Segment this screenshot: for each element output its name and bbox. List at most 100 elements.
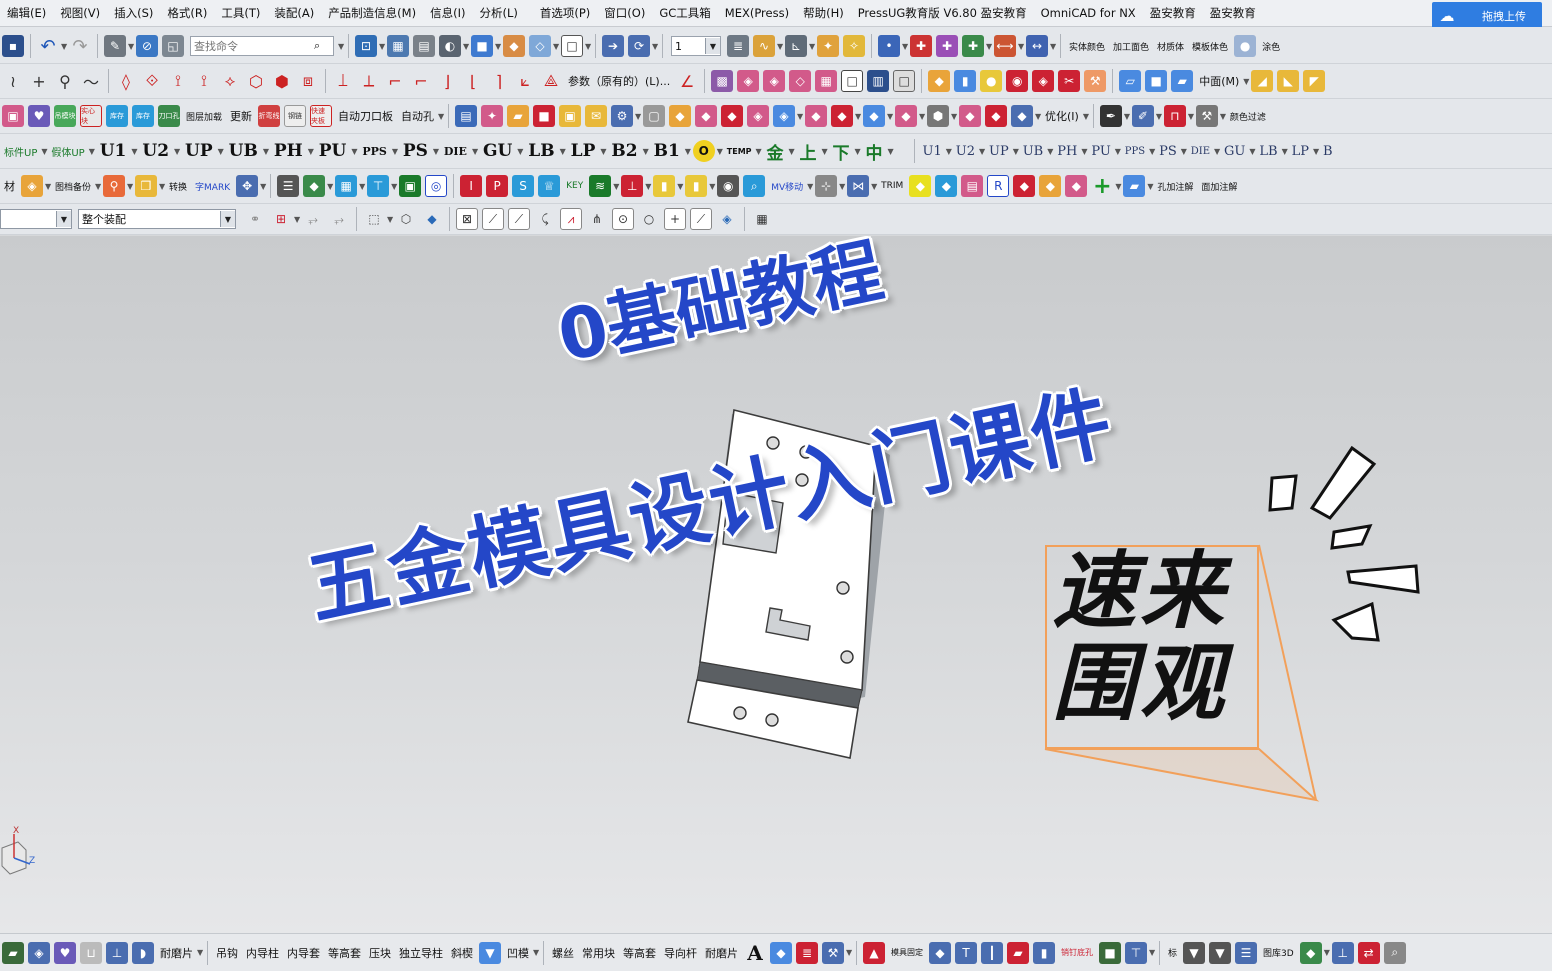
menu-insert[interactable]: 插入(S) — [107, 5, 160, 21]
chevron-down-icon[interactable]: ▼ — [652, 42, 658, 51]
chevron-down-icon[interactable]: ▼ — [1156, 112, 1162, 121]
screw-button[interactable]: 螺丝 — [548, 945, 578, 961]
chevron-down-icon[interactable]: ▼ — [888, 147, 894, 156]
chevron-down-icon[interactable]: ▼ — [709, 182, 715, 191]
box-2-icon[interactable]: ◆ — [695, 105, 718, 127]
optimize-button[interactable]: 优化(I) — [1041, 108, 1083, 124]
scope-select[interactable]: 整个装配 ▼ — [78, 209, 236, 229]
frame-icon[interactable]: □ — [561, 35, 583, 57]
position-gold-button[interactable]: 金 — [762, 139, 789, 164]
boolean-2-icon[interactable]: ◈ — [1032, 70, 1055, 92]
point-icon[interactable]: • — [878, 35, 900, 57]
pink-plate-icon[interactable]: ▤ — [961, 175, 984, 197]
box-12-icon[interactable]: ◆ — [1011, 105, 1034, 127]
boolean-1-icon[interactable]: ◉ — [1006, 70, 1029, 92]
hook-button[interactable]: 吊钩 — [212, 945, 242, 961]
mark-button[interactable]: 字MARK — [191, 180, 234, 193]
chevron-down-icon[interactable]: ▼ — [1083, 112, 1089, 121]
menu-edit[interactable]: 编辑(E) — [0, 5, 53, 21]
punch-set-icon[interactable]: ▼ — [1183, 941, 1206, 964]
block-icon[interactable]: ◆ — [928, 70, 951, 92]
sketch-1-icon[interactable]: ◊ — [115, 70, 137, 92]
curve-wave-icon[interactable]: ～ — [80, 70, 102, 92]
guide-rod-button[interactable]: 导向杆 — [660, 945, 701, 961]
ring-icon[interactable]: ◉ — [717, 175, 740, 197]
brush-icon[interactable]: ✐ — [1131, 105, 1154, 127]
feature-icon[interactable]: ⚒ — [1084, 70, 1107, 92]
boolean-3-icon[interactable]: ✂ — [1058, 70, 1081, 92]
pin-tool-icon[interactable]: ⊥ — [106, 941, 128, 964]
stock-1-button[interactable]: 库存 — [106, 105, 128, 127]
mirror-icon[interactable]: ⋈ — [847, 175, 870, 197]
chevron-down-icon[interactable]: ▼ — [685, 147, 691, 156]
envelope-icon[interactable]: ✉ — [585, 105, 608, 127]
chevron-down-icon[interactable]: ▼ — [1243, 77, 1249, 86]
wave-icon[interactable]: ✚ — [936, 35, 958, 57]
corner-4-icon[interactable]: ⌊ — [462, 70, 484, 92]
sphere-solid-icon[interactable]: ● — [980, 70, 1003, 92]
flange-icon[interactable]: ◢ — [1251, 70, 1274, 92]
box-9-icon[interactable]: ◆ — [895, 105, 918, 127]
chevron-down-icon[interactable]: ▼ — [797, 112, 803, 121]
graphics-viewport[interactable]: X Z 0基础教程 五金模具设计入门课件 速来 围观 — [0, 236, 1552, 933]
corner-5-icon[interactable]: ⌉ — [488, 70, 510, 92]
section-icon[interactable]: ◇ — [529, 35, 551, 57]
measure-icon[interactable]: ⟷ — [994, 35, 1016, 57]
filter-icon[interactable]: ⚲ — [103, 175, 126, 197]
p-icon[interactable]: P — [486, 175, 509, 197]
chevron-down-icon[interactable]: ▼ — [1324, 948, 1330, 957]
chevron-down-icon[interactable]: ▼ — [807, 182, 813, 191]
chevron-down-icon[interactable]: ▼ — [391, 182, 397, 191]
target-icon[interactable]: ◎ — [425, 175, 448, 197]
pin-hole-button[interactable]: 销钉底孔 — [1057, 947, 1097, 958]
part-tool-icon[interactable]: ◈ — [28, 941, 50, 964]
chevron-down-icon[interactable]: ▼ — [645, 182, 651, 191]
plate-pps-button[interactable]: PPS — [357, 145, 392, 158]
paint-button[interactable]: 涂色 — [1258, 40, 1284, 53]
redo-icon[interactable]: ↷ — [69, 35, 91, 57]
chevron-down-icon[interactable]: ▼ — [951, 112, 957, 121]
move-u1-button[interactable]: U1 — [919, 144, 946, 159]
rod-tool-icon[interactable]: ┃ — [981, 941, 1003, 964]
chevron-down-icon[interactable]: ▼ — [919, 112, 925, 121]
sheet-3-icon[interactable]: ▰ — [1171, 70, 1194, 92]
chevron-down-icon[interactable]: ▼ — [1018, 42, 1024, 51]
common-block-button[interactable]: 常用块 — [578, 945, 619, 961]
zero-icon[interactable]: O — [692, 140, 715, 162]
menu-pressug[interactable]: PressUG教育版 V6.80 盈安教育 — [851, 5, 1034, 21]
chevron-down-icon[interactable]: ▼ — [986, 42, 992, 51]
sheet-1-icon[interactable]: ▱ — [1119, 70, 1142, 92]
trim-button[interactable]: TRIM — [877, 181, 907, 191]
curve-icon[interactable]: ∿ — [753, 35, 775, 57]
chevron-down-icon[interactable]: ▼ — [1124, 112, 1130, 121]
blue-plate-icon[interactable]: ◆ — [935, 175, 958, 197]
pink-box-icon[interactable]: ◆ — [1065, 175, 1088, 197]
link-icon[interactable]: ✚ — [962, 35, 984, 57]
snap-quadrant-icon[interactable]: ○ — [638, 208, 660, 230]
window-icon[interactable]: ◱ — [162, 35, 184, 57]
color-filter-button[interactable]: 颜色过滤 — [1226, 110, 1270, 123]
chevron-down-icon[interactable]: ▼ — [128, 42, 134, 51]
pierce-icon[interactable]: ✦ — [481, 105, 504, 127]
layers-icon[interactable]: ◆ — [303, 175, 326, 197]
book-icon[interactable]: ▥ — [867, 70, 890, 92]
point-set-icon[interactable]: ⚲ — [54, 70, 76, 92]
coordinate-icon[interactable]: ⊹ — [815, 175, 838, 197]
temp-button[interactable]: TEMP — [723, 147, 756, 156]
cylinder-tool-icon[interactable]: ▮ — [1033, 941, 1055, 964]
mark-tool-button[interactable]: 标 — [1164, 946, 1181, 959]
fake-body-up-button[interactable]: 假体UP — [47, 144, 88, 159]
plate-ph-button[interactable]: PH — [269, 141, 308, 161]
move-ps-button[interactable]: PS — [1155, 144, 1181, 159]
die-tool-icon[interactable]: ▼ — [479, 941, 501, 964]
extract-icon[interactable]: ✚ — [910, 35, 932, 57]
chevron-down-icon[interactable]: ▼ — [95, 182, 101, 191]
red-box-icon[interactable]: ◆ — [1013, 175, 1036, 197]
green-plus-icon[interactable]: + — [1091, 174, 1113, 199]
mid-surface-button[interactable]: 中面(M) — [1195, 73, 1243, 89]
box-10-icon[interactable]: ◆ — [959, 105, 982, 127]
chevron-down-icon[interactable]: ▼ — [1115, 182, 1121, 191]
library-3d-button[interactable]: 图库3D — [1259, 946, 1298, 959]
sketch-5-icon[interactable]: ⟡ — [219, 70, 241, 92]
snap-grid-2-icon[interactable]: ▦ — [751, 208, 773, 230]
